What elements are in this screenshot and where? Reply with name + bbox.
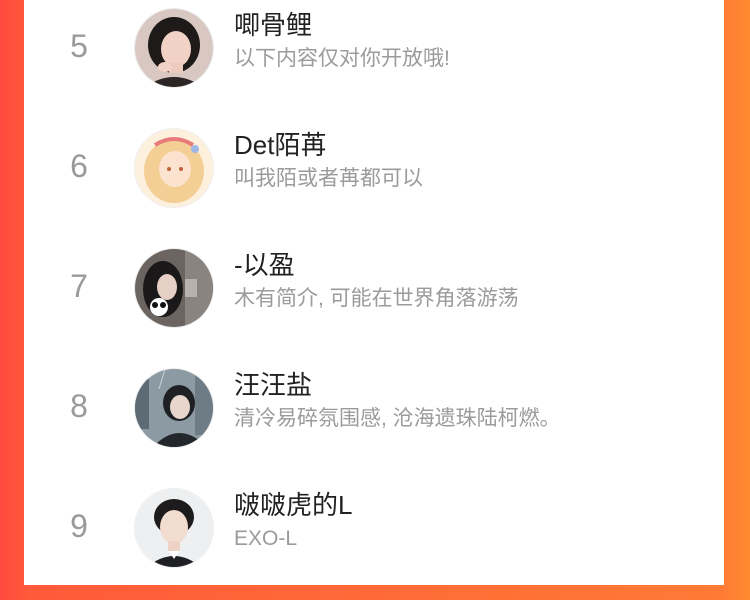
user-description: 清冷易碎氛围感, 沧海遗珠陆柯燃。 [234,407,561,430]
portrait-girl-with-panda-icon [135,249,213,327]
rank-number: 7 [70,268,88,304]
user-description: 木有简介, 可能在世界角落游荡 [234,287,519,310]
list-item[interactable]: 6 Det陌苒 叫我陌或者苒都可以 [24,120,724,240]
avatar[interactable] [134,128,214,208]
list-item[interactable]: 7 -以盈 木有简介, 可能在世界角落游荡 [24,240,724,360]
avatar[interactable] [134,488,214,568]
avatar[interactable] [134,8,214,88]
user-description: 以下内容仅对你开放哦! [234,47,450,70]
user-name[interactable]: -以盈 [234,248,295,282]
portrait-young-man-icon [135,489,213,567]
user-name[interactable]: 啵啵虎的L [234,488,352,522]
rank-number: 5 [70,28,88,64]
portrait-anime-boy-rain-icon [135,369,213,447]
list-item[interactable]: 8 汪汪盐 清冷易碎氛围感, 沧海遗珠陆柯燃。 [24,360,724,480]
avatar[interactable] [134,368,214,448]
ranking-list: 5 唧骨鲤 以下内容仅对你开放哦! 6 Det陌苒 叫我陌或者苒都可以 7 -以… [24,0,724,585]
rank-number: 8 [70,388,88,424]
rank-number: 6 [70,148,88,184]
list-item[interactable]: 9 啵啵虎的L EXO-L [24,480,724,600]
user-name[interactable]: 汪汪盐 [234,368,312,402]
user-description: 叫我陌或者苒都可以 [234,167,423,190]
portrait-girl-dark-hair-icon [135,9,213,87]
list-item[interactable]: 5 唧骨鲤 以下内容仅对你开放哦! [24,0,724,120]
user-description: EXO-L [234,527,298,550]
avatar[interactable] [134,248,214,328]
user-name[interactable]: 唧骨鲤 [234,8,312,42]
rank-number: 9 [70,508,88,544]
portrait-anime-girl-blonde-icon [135,129,213,207]
user-name[interactable]: Det陌苒 [234,128,326,162]
